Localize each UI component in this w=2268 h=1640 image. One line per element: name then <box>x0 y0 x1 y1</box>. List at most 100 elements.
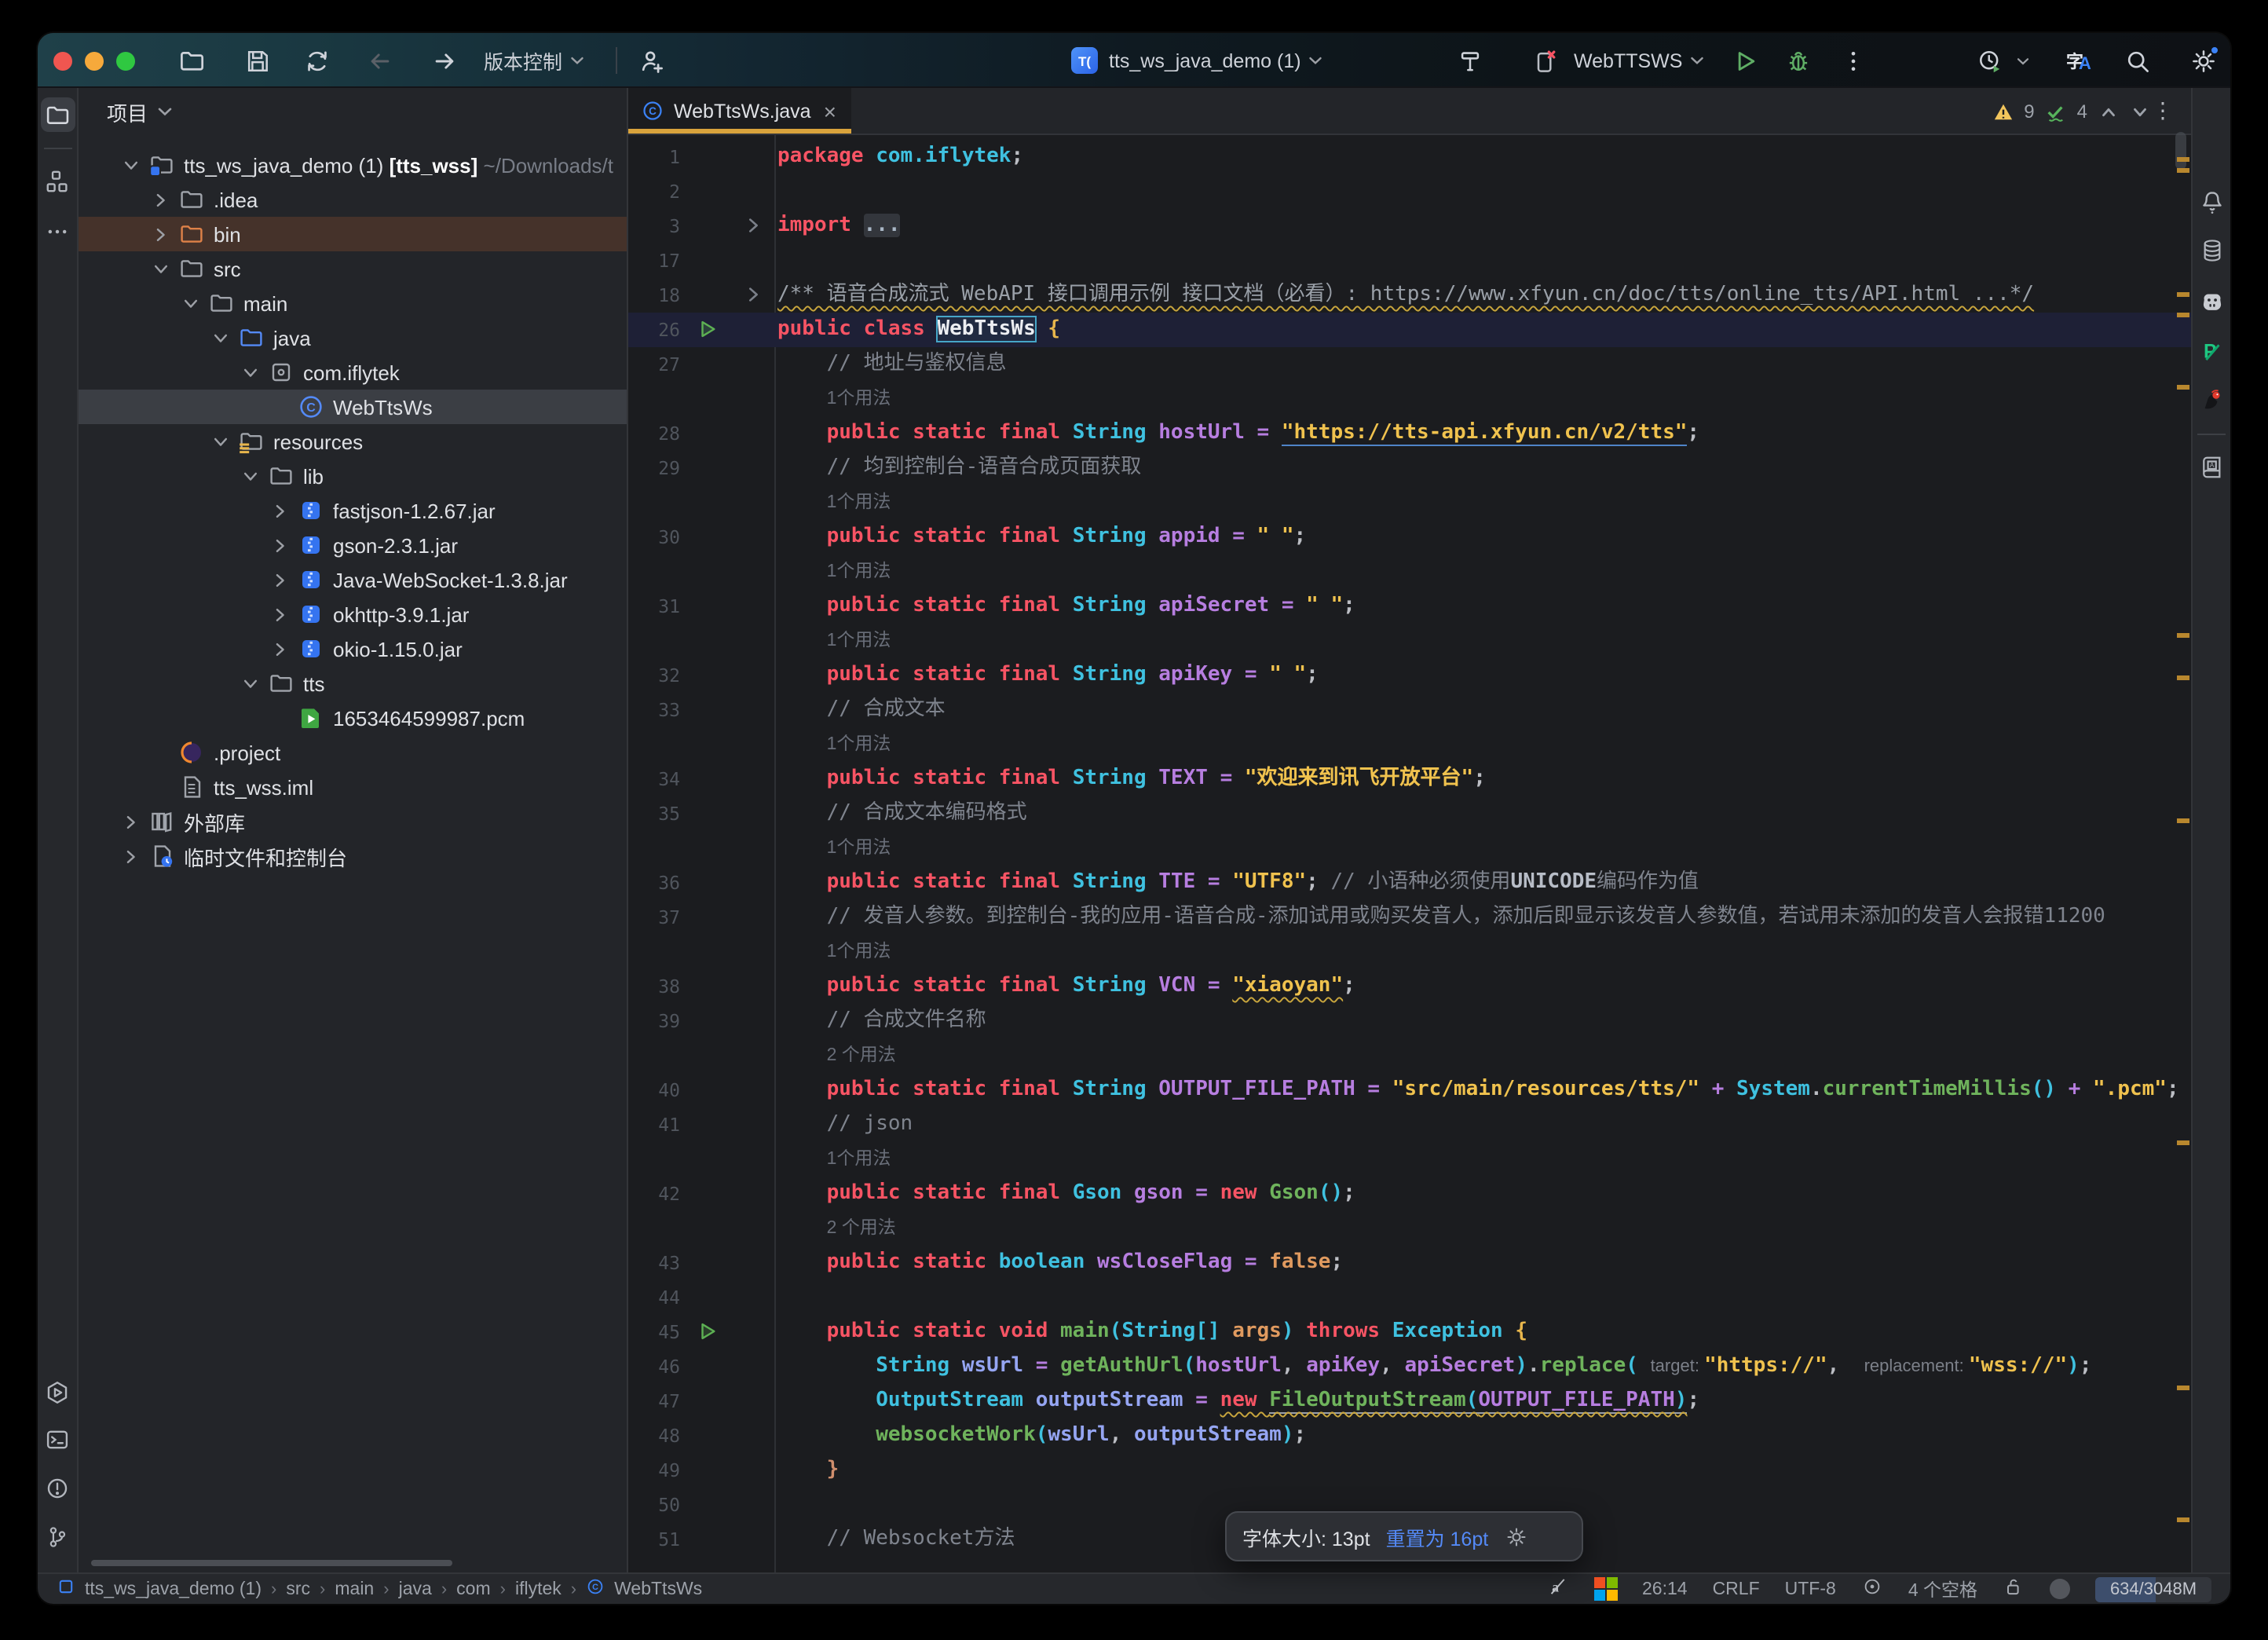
services-icon[interactable] <box>40 1375 75 1409</box>
close-icon[interactable]: × <box>824 100 836 122</box>
close-window-button[interactable] <box>53 51 72 70</box>
code-line[interactable]: 46 String wsUrl = getAuthUrl(hostUrl, ap… <box>628 1349 2191 1384</box>
code-line[interactable]: 42 public static final Gson gson = new G… <box>628 1177 2191 1211</box>
tree-item[interactable]: com.iflytek <box>79 355 627 390</box>
warning-stripe-mark[interactable] <box>2177 168 2189 173</box>
code-line[interactable]: 33 // 合成文本 <box>628 693 2191 727</box>
tree-item[interactable]: java <box>79 320 627 355</box>
dictionary-icon[interactable]: A <box>2194 449 2229 484</box>
warning-stripe-mark[interactable] <box>2177 292 2189 297</box>
tree-item[interactable]: resources <box>79 424 627 459</box>
code-inlay-row[interactable]: 2 个用法 <box>628 1211 2191 1246</box>
warning-stripe-mark[interactable] <box>2177 633 2189 638</box>
code-line[interactable]: 34 public static final String TEXT = "欢迎… <box>628 762 2191 796</box>
open-icon[interactable] <box>177 46 206 75</box>
run-gutter-icon[interactable] <box>680 1315 774 1349</box>
more-actions-icon[interactable] <box>1839 46 1867 75</box>
code-line[interactable]: 38 public static final String VCN = "xia… <box>628 969 2191 1004</box>
code-line[interactable]: 18/** 语音合成流式 WebAPI 接口调用示例 接口文档（必看）: htt… <box>628 278 2191 313</box>
usage-inlay-hint[interactable]: 1个用法 <box>827 390 891 408</box>
chevron-open-icon[interactable] <box>209 326 232 350</box>
database-icon[interactable] <box>2194 232 2229 267</box>
indent-setting[interactable]: 4 个空格 <box>1908 1576 1977 1602</box>
code-line[interactable]: 41 // json <box>628 1107 2191 1142</box>
tab-options-icon[interactable]: ⋮ <box>2152 97 2175 124</box>
warning-stripe-mark[interactable] <box>2177 157 2189 162</box>
tree-item[interactable]: 临时文件和控制台 <box>79 839 627 873</box>
code-inlay-row[interactable]: 2 个用法 <box>628 1038 2191 1073</box>
code-inlay-row[interactable]: 1个用法 <box>628 935 2191 969</box>
usage-inlay-hint[interactable]: 1个用法 <box>827 735 891 754</box>
tree-item[interactable]: main <box>79 286 627 320</box>
code-inlay-row[interactable]: 1个用法 <box>628 624 2191 658</box>
usage-inlay-hint[interactable]: 1个用法 <box>827 943 891 961</box>
tree-item[interactable]: tts <box>79 666 627 701</box>
tree-item[interactable]: .idea <box>79 182 627 217</box>
chevron-open-icon[interactable] <box>239 672 262 695</box>
tree-item[interactable]: CWebTtsWs <box>79 390 627 424</box>
breadcrumb-item[interactable]: src <box>286 1580 310 1598</box>
tree-item[interactable]: 外部库 <box>79 804 627 839</box>
breadcrumb-item[interactable]: tts_ws_java_demo (1) <box>85 1580 262 1598</box>
chevron-open-icon[interactable] <box>239 464 262 488</box>
warning-stripe-mark[interactable] <box>2177 818 2189 823</box>
chevron-open-icon[interactable] <box>239 361 262 384</box>
git-icon[interactable] <box>40 1519 75 1554</box>
gear-icon[interactable] <box>1504 1525 1527 1548</box>
code-line[interactable]: 32 public static final String apiKey = "… <box>628 658 2191 693</box>
warning-stripe-mark[interactable] <box>2177 1140 2189 1145</box>
grammar-off-icon[interactable]: a <box>1546 1576 1568 1602</box>
tree-item[interactable]: lib <box>79 459 627 493</box>
status-circle-icon[interactable] <box>2050 1579 2070 1599</box>
notifications-icon[interactable] <box>2194 184 2229 218</box>
code-line[interactable]: 36 public static final String TTE = "UTF… <box>628 866 2191 900</box>
breadcrumb-item[interactable]: com <box>456 1580 490 1598</box>
breadcrumb-item[interactable]: iflytek <box>515 1580 562 1598</box>
inspections-widget[interactable]: 9 4 <box>1992 101 2150 123</box>
more-toolwindows-icon[interactable] <box>40 214 75 248</box>
run-gutter-icon[interactable] <box>680 313 774 347</box>
tree-item[interactable]: tts_wss.iml <box>79 770 627 804</box>
terminal-icon[interactable] <box>40 1422 75 1456</box>
lock-icon[interactable] <box>2003 1576 2025 1602</box>
debug-icon[interactable] <box>1784 46 1813 75</box>
breadcrumb-item[interactable]: WebTtsWs <box>614 1580 702 1598</box>
code-line[interactable]: 40 public static final String OUTPUT_FIL… <box>628 1073 2191 1107</box>
translate-icon[interactable]: 字A <box>2061 46 2089 75</box>
caret-position[interactable]: 26:14 <box>1642 1580 1688 1598</box>
sync-icon[interactable] <box>303 46 331 75</box>
code-inlay-row[interactable]: 1个用法 <box>628 831 2191 866</box>
code-line[interactable]: 48 websocketWork(wsUrl, outputStream); <box>628 1419 2191 1453</box>
warning-stripe-mark[interactable] <box>2177 1386 2189 1390</box>
warning-stripe-mark[interactable] <box>2177 385 2189 390</box>
fold-gutter-icon[interactable] <box>680 278 774 313</box>
code-line[interactable]: 29 // 均到控制台-语音合成页面获取 <box>628 451 2191 485</box>
code-inlay-row[interactable]: 1个用法 <box>628 485 2191 520</box>
tree-item[interactable]: tts_ws_java_demo (1) [tts_wss] ~/Downloa… <box>79 148 627 182</box>
build-hammer-icon[interactable] <box>1456 46 1484 75</box>
code-line[interactable]: 3import ... <box>628 209 2191 243</box>
warning-stripe-mark[interactable] <box>2177 313 2189 317</box>
breadcrumb-item[interactable]: java <box>399 1580 432 1598</box>
project-panel-header[interactable]: 项目 <box>79 88 627 135</box>
code-line[interactable]: 28 public static final String hostUrl = … <box>628 416 2191 451</box>
warning-stripe-mark[interactable] <box>2177 675 2189 680</box>
editor-scrollbar[interactable] <box>2175 132 2186 170</box>
tree-item[interactable]: .project <box>79 735 627 770</box>
code-line[interactable]: 26public class WebTtsWs { <box>628 313 2191 347</box>
code-line[interactable]: 44 <box>628 1280 2191 1315</box>
code-line[interactable]: 31 public static final String apiSecret … <box>628 589 2191 624</box>
code-area[interactable]: 1package com.iflytek;23import ...1718/**… <box>628 135 2191 1572</box>
save-icon[interactable] <box>243 46 272 75</box>
tree-item[interactable]: src <box>79 251 627 286</box>
warning-stripe-mark[interactable] <box>2177 1517 2189 1522</box>
chevron-closed-icon[interactable] <box>119 844 143 868</box>
font-size-reset-link[interactable]: 重置为 16pt <box>1386 1521 1489 1551</box>
settings-icon[interactable] <box>2189 46 2218 75</box>
code-line[interactable]: 49 } <box>628 1453 2191 1488</box>
chevron-closed-icon[interactable] <box>149 188 173 211</box>
fold-gutter-icon[interactable] <box>680 209 774 243</box>
ai-assistant-icon[interactable] <box>2194 284 2229 319</box>
memory-indicator[interactable]: 634/3048M <box>2095 1576 2211 1602</box>
code-line[interactable]: 27 // 地址与鉴权信息 <box>628 347 2191 382</box>
